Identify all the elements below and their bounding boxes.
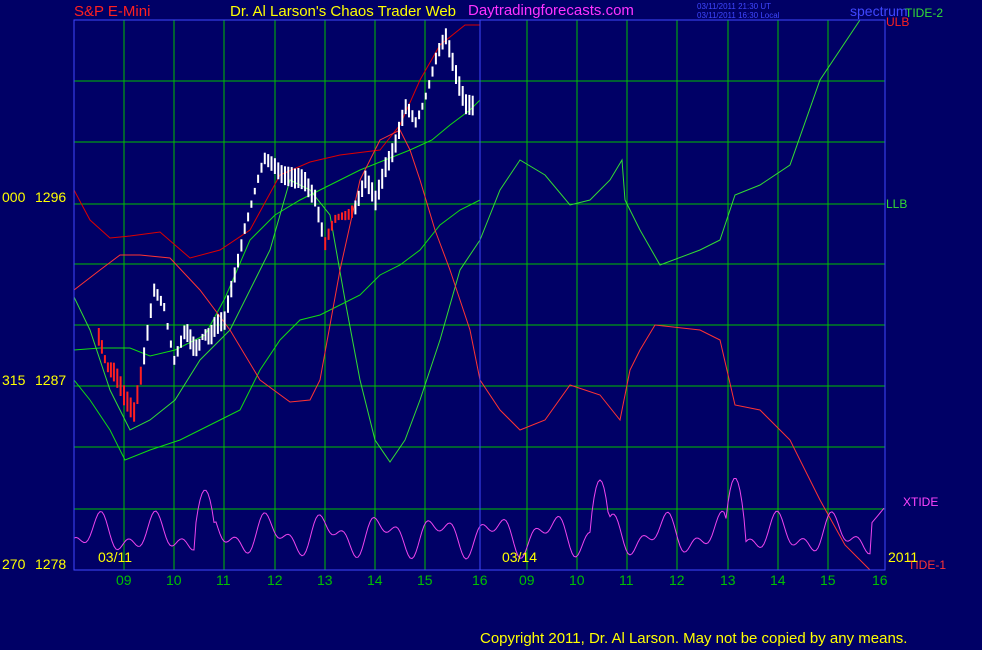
- x-tick-label: 13: [317, 572, 333, 588]
- xtide-label: XTIDE: [903, 495, 939, 509]
- y-label-1296: 1296: [35, 189, 67, 205]
- y-label-1287-code: 315: [2, 372, 26, 388]
- timestamp-ut: 03/11/2011 21:30 UT: [697, 2, 771, 11]
- site-name[interactable]: Daytradingforecasts.com: [468, 3, 634, 19]
- chart-canvas: [73, 19, 886, 571]
- x-tick-label: 09: [116, 572, 132, 588]
- copyright: Copyright 2011, Dr. Al Larson. May not b…: [480, 630, 908, 647]
- x-tick-label: 11: [619, 572, 634, 588]
- llb-label: LLB: [886, 197, 908, 211]
- y-label-1278-code: 270: [2, 556, 26, 572]
- date-left: 03/11: [98, 549, 132, 565]
- x-tick-label: 16: [472, 572, 488, 588]
- x-tick-label: 09: [519, 572, 535, 588]
- chart-frame: [73, 19, 886, 571]
- x-tick-label: 10: [569, 572, 585, 588]
- x-tick-label: 15: [417, 572, 433, 588]
- instrument-title: S&P E-Mini: [74, 3, 151, 20]
- x-tick-label: 14: [770, 572, 786, 588]
- y-label-1287: 1287: [35, 372, 67, 388]
- x-tick-label: 14: [367, 572, 383, 588]
- tide2-label: TIDE-2: [905, 6, 944, 20]
- date-right: 03/14: [502, 549, 538, 565]
- y-label-1296-code: 000: [2, 189, 26, 205]
- page-title: Dr. Al Larson's Chaos Trader Web: [230, 3, 457, 20]
- year-label: 2011: [888, 549, 919, 565]
- x-tick-label: 13: [720, 572, 736, 588]
- y-label-1278: 1278: [35, 556, 67, 572]
- x-tick-label: 12: [267, 572, 283, 588]
- llb-line: [73, 99, 481, 357]
- timestamp-local: 03/11/2011 16:30 Local: [697, 11, 780, 20]
- x-tick-label: 15: [820, 572, 836, 588]
- xtide-line: [73, 478, 885, 560]
- x-tick-label: 11: [216, 572, 231, 588]
- x-tick-label: 12: [669, 572, 685, 588]
- x-tick-label: 10: [166, 572, 182, 588]
- x-tick-label: 16: [872, 572, 888, 588]
